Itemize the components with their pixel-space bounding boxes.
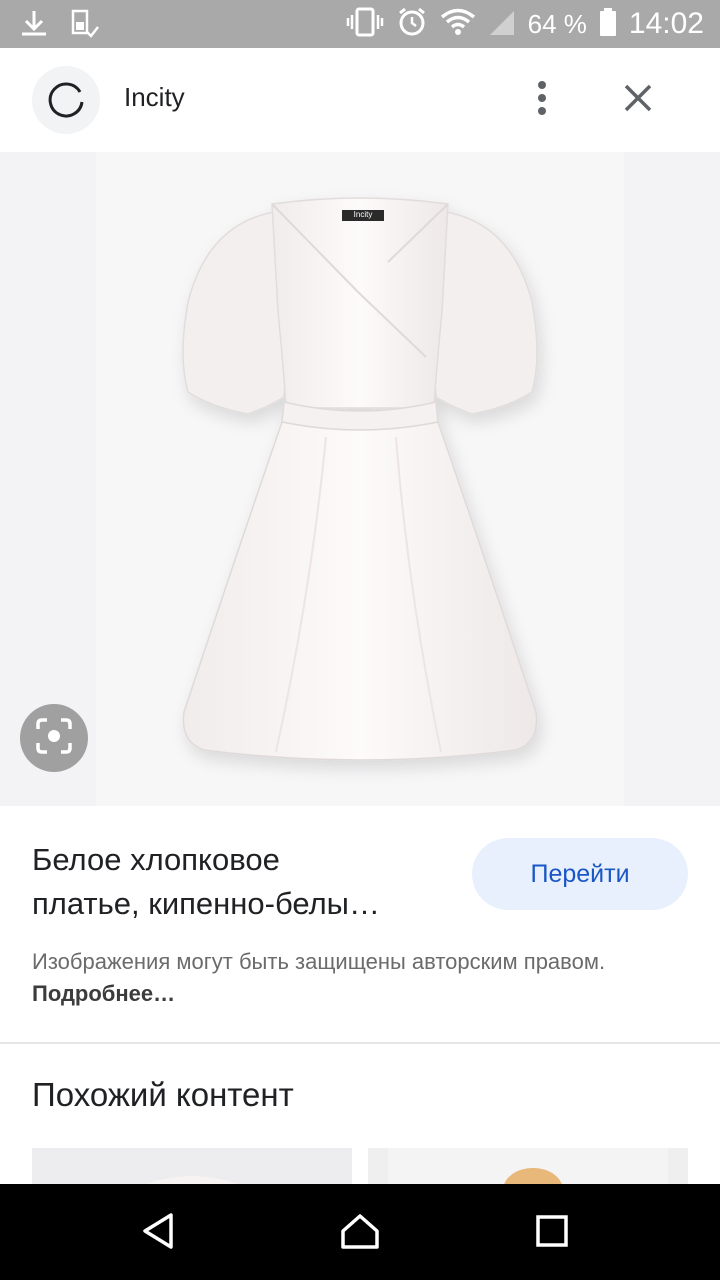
similar-thumbnail[interactable] <box>368 1148 688 1188</box>
wifi-icon <box>440 7 476 42</box>
brand-label-text: Incity <box>353 210 373 219</box>
battery-percent: 64 % <box>527 8 587 39</box>
nav-recents-button[interactable] <box>527 1208 577 1258</box>
close-button[interactable] <box>612 74 664 126</box>
download-icon <box>18 8 50 45</box>
section-divider <box>0 1042 720 1044</box>
recents-icon <box>534 1213 570 1254</box>
nav-back-button[interactable] <box>134 1208 184 1258</box>
status-bar: 64 % 14:02 <box>0 0 720 48</box>
site-logo-icon <box>46 78 86 123</box>
more-options-button[interactable] <box>520 74 564 126</box>
back-icon <box>139 1211 179 1256</box>
signal-icon <box>488 7 516 42</box>
similar-thumbnail[interactable] <box>32 1148 352 1188</box>
nav-home-button[interactable] <box>335 1208 385 1258</box>
lens-button[interactable] <box>20 704 88 772</box>
site-logo[interactable] <box>32 66 100 134</box>
image-preview[interactable]: Incity <box>0 152 720 806</box>
navigation-bar <box>0 1184 720 1280</box>
goto-button[interactable]: Перейти <box>472 838 688 910</box>
learn-more-link[interactable]: Подробнее… <box>32 981 175 1006</box>
sim-icon <box>70 8 100 45</box>
dress-illustration <box>182 197 538 761</box>
image-title[interactable]: Белое хлопковое платье, кипенно-белы… <box>32 838 452 926</box>
site-name[interactable]: Incity <box>124 82 185 113</box>
clock: 14:02 <box>628 7 704 40</box>
product-photo: Incity <box>96 152 624 806</box>
copyright-notice: Изображения могут быть защищены авторски… <box>32 946 692 1010</box>
similar-content-title: Похожий контент <box>32 1076 294 1113</box>
image-viewer-header: Incity <box>0 48 720 152</box>
image-title-line1: Белое хлопковое <box>32 842 280 877</box>
lens-icon <box>35 717 73 760</box>
vibrate-icon <box>346 6 384 43</box>
copyright-text: Изображения могут быть защищены авторски… <box>32 949 606 974</box>
alarm-icon <box>396 6 428 43</box>
image-title-line2: платье, кипенно-белы… <box>32 886 380 921</box>
home-icon <box>339 1211 381 1256</box>
close-icon <box>623 83 653 118</box>
battery-icon <box>599 7 617 42</box>
more-vertical-icon <box>536 80 548 121</box>
